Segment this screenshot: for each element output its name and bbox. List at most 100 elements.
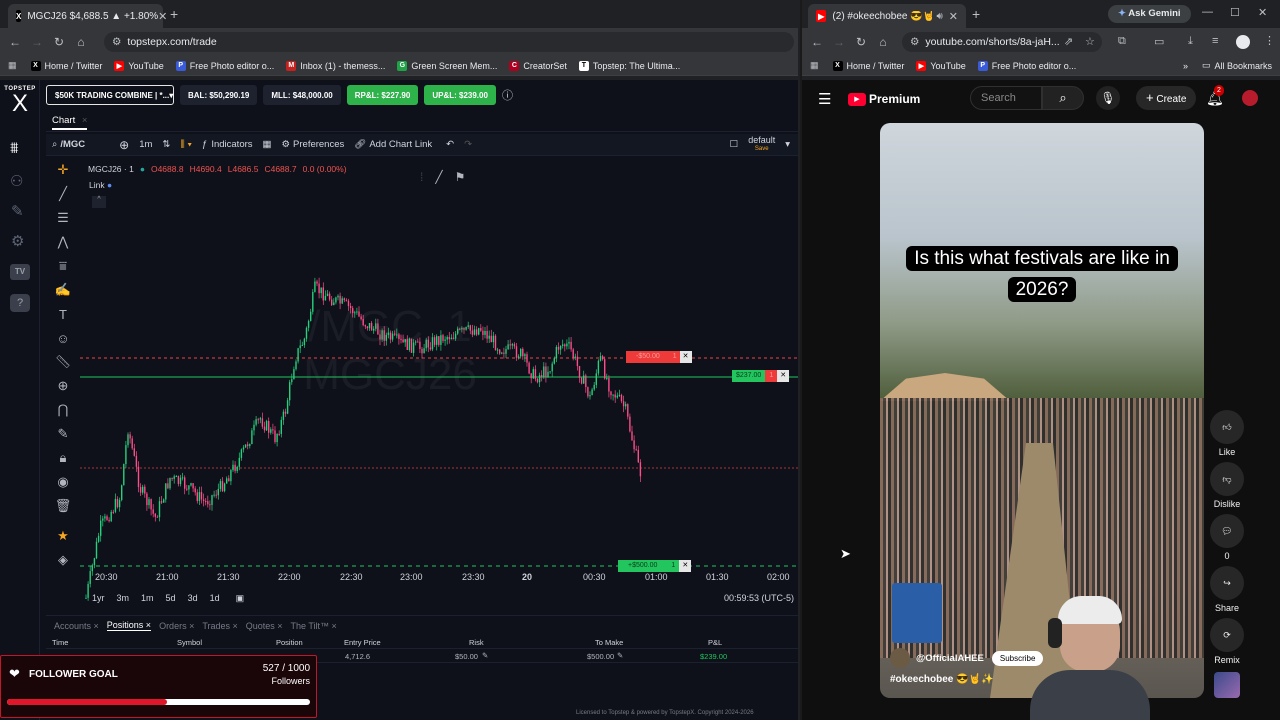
indicators-button[interactable]: ƒ Indicators — [202, 139, 252, 150]
account-select[interactable]: $50K TRADING COMBINE | *... ▾ — [46, 85, 174, 105]
column-header[interactable]: Risk — [469, 638, 484, 647]
tab-quotes[interactable]: Quotes × — [246, 621, 283, 631]
cast-icon[interactable]: ⇗ — [1064, 35, 1073, 48]
close-tab-icon[interactable]: × — [82, 115, 88, 126]
comments-button[interactable]: 💬︎ 0 — [1210, 514, 1244, 561]
download-icon[interactable]: ⤓ — [1188, 35, 1193, 48]
back-icon[interactable]: ← — [4, 35, 26, 49]
forward-icon[interactable]: → — [828, 35, 850, 49]
layout-select[interactable]: default Save — [748, 135, 775, 154]
layers-icon[interactable]: ◈ — [46, 548, 80, 572]
fullscreen-icon[interactable]: ☐ — [730, 139, 739, 150]
range-1yr[interactable]: 1yr — [92, 593, 105, 603]
help-icon[interactable]: ? — [10, 294, 30, 312]
add-symbol-button[interactable]: ⊕ — [119, 138, 129, 152]
bookmark-twitter[interactable]: X Home / Twitter — [30, 60, 102, 71]
all-bookmarks[interactable]: ▭ All Bookmarks — [1202, 60, 1272, 71]
tools-icon[interactable]: ✎ — [11, 202, 24, 220]
bookmark-youtube[interactable]: ▶ YouTube — [916, 60, 966, 71]
symbol-search[interactable]: ⌕/MGC — [52, 139, 85, 150]
account-avatar[interactable] — [1242, 90, 1258, 106]
bookmark-creatorset[interactable]: C CreatorSet — [509, 60, 567, 71]
close-icon[interactable]: ✕ — [679, 351, 692, 363]
range-1m[interactable]: 1m — [141, 593, 154, 603]
undo-icon[interactable]: ↶ — [446, 139, 454, 150]
favorite-star-icon[interactable]: ★ — [46, 524, 80, 548]
trash-icon[interactable]: 🗑︎ — [46, 494, 80, 518]
search-input[interactable]: Search — [970, 86, 1042, 110]
close-tab-icon[interactable]: ✕ — [949, 10, 958, 23]
tab-trades[interactable]: Trades × — [202, 621, 237, 631]
browser-tab-topstep[interactable]: X MGCJ26 $4,688.5 ▲ +1.80% ✕ — [8, 4, 167, 28]
lock-icon[interactable]: 🔒︎ — [46, 446, 80, 470]
range-1d[interactable]: 1d — [210, 593, 220, 603]
ask-gemini-button[interactable]: ✦ Ask Gemini — [1108, 5, 1191, 23]
settings-icon[interactable]: ⚙ — [11, 232, 24, 250]
home-icon[interactable]: ⌂ — [70, 35, 92, 49]
tab-thetilt[interactable]: The Tilt™ × — [291, 621, 337, 631]
site-info-icon[interactable]: ⚙ — [112, 36, 121, 48]
bookmark-inbox[interactable]: M Inbox (1) - themess... — [286, 60, 385, 71]
column-header[interactable]: P&L — [708, 638, 722, 647]
interval-select[interactable]: 1m — [139, 139, 152, 150]
magnet-icon[interactable]: ⋂ — [46, 398, 80, 422]
info-icon[interactable]: ⓘ — [502, 87, 513, 103]
position-label[interactable]: $237.00 1 ✕ — [732, 370, 790, 382]
share-button[interactable]: ↪ Share — [1210, 566, 1244, 613]
tradingview-icon[interactable]: TV — [10, 264, 30, 280]
channel-avatar[interactable] — [890, 648, 910, 668]
lock-drawings-icon[interactable]: ✎ — [46, 422, 80, 446]
forward-icon[interactable]: → — [26, 35, 48, 49]
compare-icon[interactable]: ⇅ — [162, 139, 170, 150]
maximize-icon[interactable]: ☐ — [1230, 6, 1240, 19]
lines-icon[interactable]: ☰ — [46, 206, 80, 230]
search-button[interactable]: ⌕ — [1042, 86, 1084, 110]
hamburger-menu-icon[interactable]: ☰ — [818, 90, 831, 108]
new-tab-button[interactable]: + — [170, 6, 178, 22]
reload-icon[interactable]: ↻ — [48, 35, 70, 49]
minimize-icon[interactable]: — — [1202, 6, 1213, 18]
bookmark-green-screen[interactable]: G Green Screen Mem... — [397, 60, 497, 71]
sound-thumbnail[interactable] — [1214, 672, 1240, 698]
new-tab-button[interactable]: + — [972, 6, 980, 22]
community-icon[interactable]: ⚇ — [10, 172, 23, 190]
tab-accounts[interactable]: Accounts × — [54, 621, 99, 631]
stop-order-label[interactable]: -$50.00 1 ✕ — [626, 351, 692, 363]
audio-icon[interactable]: 🔊︎ — [936, 11, 942, 22]
preferences-button[interactable]: ⚙ Preferences — [282, 139, 345, 150]
menu-icon[interactable]: ⋮ — [1264, 34, 1275, 47]
chevron-down-icon[interactable]: ▾ — [785, 139, 790, 150]
site-info-icon[interactable]: ⚙ — [910, 36, 919, 48]
bookmark-photo-editor[interactable]: P Free Photo editor o... — [175, 60, 274, 71]
profile-avatar[interactable] — [1236, 35, 1250, 49]
tab-orders[interactable]: Orders × — [159, 621, 194, 631]
templates-icon[interactable]: ▦ — [263, 139, 272, 150]
bookmark-photo-editor[interactable]: P Free Photo editor o... — [977, 60, 1076, 71]
trade-icon[interactable]: ⩩ — [10, 140, 19, 158]
close-tab-icon[interactable]: ✕ — [158, 10, 167, 23]
bookmark-star-icon[interactable]: ☆ — [1085, 35, 1095, 48]
column-header[interactable]: Time — [52, 638, 68, 647]
column-header[interactable]: Symbol — [177, 638, 202, 647]
apps-icon[interactable]: ▦ — [810, 60, 819, 71]
dislike-button[interactable]: 👎︎ Dislike — [1210, 462, 1244, 509]
video-hashtag[interactable]: #okeechobee 😎🤘✨ — [890, 674, 994, 685]
notifications-bell-icon[interactable]: 🔔︎ 2 — [1206, 85, 1224, 107]
create-button[interactable]: + Create — [1136, 86, 1197, 110]
tab-positions[interactable]: Positions × — [106, 620, 152, 631]
address-bar[interactable]: ⚙ topstepx.com/trade — [104, 32, 794, 52]
candle-type-icon[interactable]: ⫼ ▾ — [180, 139, 192, 150]
add-chart-link-button[interactable]: 🔗︎ Add Chart Link — [354, 139, 432, 150]
column-header[interactable]: Position — [276, 638, 303, 647]
extensions-icon[interactable]: ⧉ — [1118, 35, 1126, 48]
redo-icon[interactable]: ↷ — [464, 139, 472, 150]
range-3m[interactable]: 3m — [117, 593, 130, 603]
back-icon[interactable]: ← — [806, 35, 828, 49]
youtube-logo[interactable]: ▶ Premium — [848, 92, 920, 106]
column-header[interactable]: Entry Price — [344, 638, 381, 647]
eye-icon[interactable]: ◉ — [46, 470, 80, 494]
remix-button[interactable]: ⟳ Remix — [1210, 618, 1244, 665]
ruler-icon[interactable]: 📏︎ — [46, 350, 80, 374]
tab-search-icon[interactable]: ≡ — [1212, 35, 1218, 47]
close-window-icon[interactable]: ✕ — [1258, 6, 1267, 19]
